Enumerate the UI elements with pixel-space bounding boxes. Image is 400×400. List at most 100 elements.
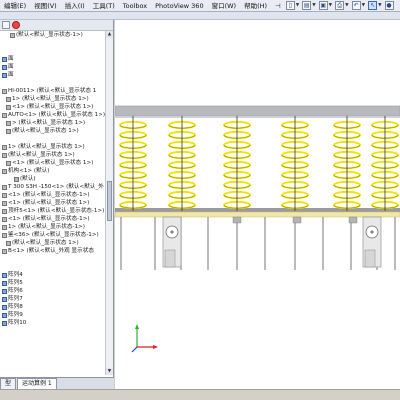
tree-item[interactable]: 顶杆5<1> (默认<默认_显示状态-1>) — [0, 207, 106, 215]
chevron-down-icon[interactable]: ▼ — [378, 3, 381, 8]
tree-item[interactable]: (默认<默认_显示状态 1>) — [0, 151, 106, 159]
rebuild-icon[interactable]: ● — [384, 1, 394, 10]
tree-item[interactable]: 阵列4 — [0, 271, 106, 279]
tree-item-label: (默认<默认_显示状态 1>) — [12, 128, 79, 134]
tree-item[interactable] — [0, 39, 106, 47]
tree-item[interactable]: 阵列9 — [0, 311, 106, 319]
component-icon — [2, 208, 7, 214]
chevron-down-icon[interactable]: ▼ — [362, 3, 365, 8]
tree-item-label: 阵列6 — [8, 288, 23, 294]
chevron-down-icon[interactable]: ▼ — [312, 3, 315, 8]
tree-item[interactable]: 1> (默认<默认_显示状态-1>) — [0, 223, 106, 231]
feature-tree-tab-icon[interactable] — [2, 21, 10, 29]
tree-item[interactable]: <1> (默认<默认_显示状态 1>) — [0, 103, 106, 111]
tree-item[interactable]: <1> (默认<默认_显示状态-1>) — [0, 191, 106, 199]
tree-item[interactable]: 鉴<36> (默认<默认_显示状态-1>) — [0, 231, 106, 239]
scroll-thumb[interactable] — [107, 181, 112, 221]
tree-item-label: <1> (默认<默认_显示状态-1>) — [8, 192, 90, 198]
menu-photoview[interactable]: PhotoView 360 — [151, 0, 207, 11]
scroll-down-arrow[interactable]: ▼ — [106, 368, 113, 375]
tree-item[interactable]: (默认<默认_显示状态 1>) — [0, 127, 106, 135]
tree-item[interactable]: <1> (默认<默认_显示状态 1>) — [0, 199, 106, 207]
tree-item-label: (默认<默认_显示状态 1>) — [12, 240, 79, 246]
tree-item[interactable]: HI-0011> (默认<默认_显示状态 1 — [0, 87, 106, 95]
chevron-down-icon[interactable]: ▼ — [296, 3, 299, 8]
component-icon — [2, 192, 7, 198]
tree-item-label: 1> (默认<默认_显示状态 1>) — [8, 144, 85, 150]
component-icon — [2, 152, 7, 158]
tree-item[interactable]: > (默认<默认_显示状态 1>) — [0, 119, 106, 127]
component-icon — [6, 160, 11, 166]
menu-tools[interactable]: 工具(T) — [89, 0, 119, 11]
tree-item[interactable]: 1> (默认<默认_显示状态 1>) — [0, 95, 106, 103]
tab-motion-study[interactable]: 运动算例 1 — [17, 377, 57, 390]
tree-item-label: 1> (默认<默认_显示状态-1>) — [8, 224, 85, 230]
open-folder-icon[interactable]: ▤ — [302, 1, 312, 10]
pin-icon[interactable]: ⊣ — [271, 0, 285, 11]
scroll-up-arrow[interactable]: ▲ — [106, 31, 113, 38]
tree-item[interactable]: 面 — [0, 55, 106, 63]
tree-item[interactable]: <1> (默认<默认_显示状态-1>) — [0, 215, 106, 223]
feature-tree: (默认<默认_显示状态-1>) 面面面 HI-0011> (默认<默认_显示状态 1… — [0, 31, 106, 375]
tree-item[interactable]: 阵列6 — [0, 287, 106, 295]
component-icon — [2, 200, 7, 206]
tree-item-label: 阵列10 — [8, 320, 27, 326]
plane-icon — [2, 272, 7, 278]
menu-window[interactable]: 窗口(W) — [208, 0, 241, 11]
graphics-viewport[interactable] — [115, 20, 400, 389]
chevron-down-icon[interactable]: ▼ — [329, 3, 332, 8]
panel-header — [0, 20, 113, 31]
tree-item[interactable] — [0, 135, 106, 143]
tree-item[interactable]: T 300 S3H -150<1> (默认<默认_外 — [0, 183, 106, 191]
tree-item[interactable]: <1> (默认<默认_显示状态 1>) — [0, 159, 106, 167]
tree-item[interactable]: 面 — [0, 63, 106, 71]
tree-item[interactable] — [0, 263, 106, 271]
menu-edit[interactable]: 编辑(E) — [0, 0, 30, 11]
plane-icon — [2, 304, 7, 310]
plane-icon — [2, 56, 7, 62]
menu-help[interactable]: 帮助(H) — [240, 0, 271, 11]
tree-item[interactable]: (默认<默认_显示状态 1>) — [0, 239, 106, 247]
select-pointer-icon[interactable]: ↖ — [368, 1, 378, 10]
tree-item[interactable]: 1> (默认<默认_显示状态 1>) — [0, 143, 106, 151]
y-arrow — [135, 324, 139, 329]
chevron-down-icon[interactable]: ▼ — [345, 3, 348, 8]
tree-item[interactable]: 阵列8 — [0, 303, 106, 311]
tree-item[interactable]: 面 — [0, 71, 106, 79]
secondary-toolbar — [0, 12, 400, 20]
status-bar — [0, 389, 400, 400]
print-icon[interactable]: ⎙ — [335, 1, 345, 10]
tree-item-label: (默认<默认_显示状态-1>) — [16, 32, 83, 38]
tree-item[interactable]: (默认) — [0, 175, 106, 183]
tree-item[interactable]: AUTO<1> (默认<默认_显示状态 1>) — [0, 111, 106, 119]
menu-view[interactable]: 视图(V) — [30, 0, 61, 11]
menu-insert[interactable]: 插入(I) — [61, 0, 89, 11]
tree-item[interactable]: 机构<1> (默认) — [0, 167, 106, 175]
assembly-model[interactable] — [115, 20, 400, 389]
tree-item[interactable] — [0, 47, 106, 55]
tree-scrollbar[interactable]: ▲ ▼ — [105, 31, 113, 375]
save-icon[interactable]: ▣ — [318, 1, 328, 10]
tree-item[interactable]: B<1> (默认<默认_外观 显示状态 — [0, 247, 106, 255]
appearance-tab-icon[interactable] — [12, 21, 20, 29]
pulley-hub — [370, 230, 374, 234]
component-icon — [2, 232, 7, 238]
undo-icon[interactable]: ↶ — [351, 1, 361, 10]
component-icon — [10, 32, 15, 38]
menu-toolbox[interactable]: Toolbox — [119, 0, 151, 11]
tree-item-label: HI-0011> (默认<默认_显示状态 1 — [8, 88, 97, 94]
tree-item[interactable]: 阵列10 — [0, 319, 106, 327]
plane-icon — [2, 296, 7, 302]
guide-block — [232, 216, 242, 224]
tree-item[interactable]: 阵列7 — [0, 295, 106, 303]
new-document-icon[interactable]: ▯ — [285, 1, 295, 10]
tree-item[interactable]: (默认<默认_显示状态-1>) — [0, 31, 106, 39]
tab-model[interactable]: 型 — [0, 377, 17, 390]
tree-item-label: (默认) — [20, 176, 36, 182]
tree-item[interactable] — [0, 255, 106, 263]
component-icon — [2, 168, 7, 174]
tree-item[interactable] — [0, 79, 106, 87]
bottom-tab-bar: 型 运动算例 1 — [0, 377, 114, 390]
tree-item[interactable]: 阵列5 — [0, 279, 106, 287]
component-icon — [6, 96, 11, 102]
